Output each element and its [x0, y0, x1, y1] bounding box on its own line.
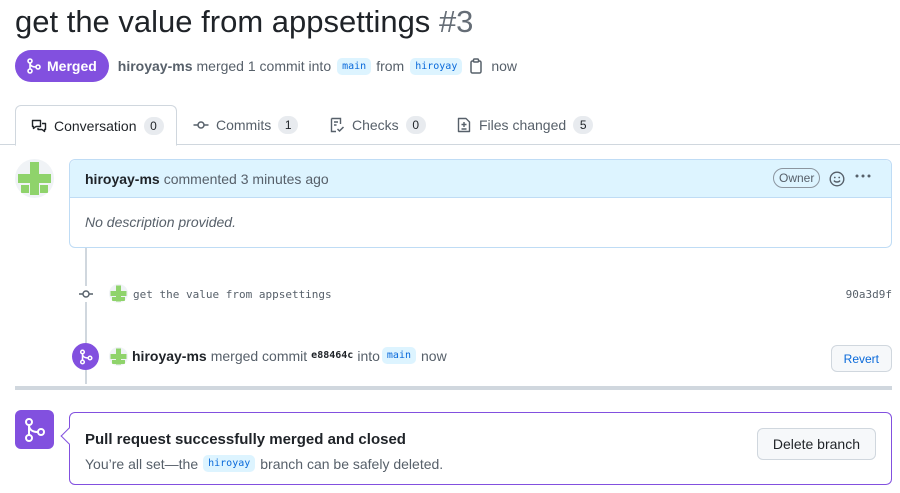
pr-description-comment: hiroyay-ms commented 3 minutes ago Owner…	[69, 159, 892, 248]
avatar[interactable]	[15, 159, 54, 198]
add-reaction-icon[interactable]	[829, 171, 845, 190]
owner-badge: Owner	[773, 168, 821, 188]
revert-button[interactable]: Revert	[830, 345, 892, 372]
merged-status-subtitle: You’re all set—the hiroyay branch can be…	[85, 455, 443, 472]
git-merge-icon	[72, 343, 99, 370]
merged-box-pointer	[60, 427, 78, 445]
comment-body: No description provided.	[85, 214, 236, 230]
file-diff-icon	[457, 117, 471, 133]
delete-branch-button[interactable]: Delete branch	[756, 428, 876, 460]
git-merge-icon	[27, 58, 41, 74]
kebab-horizontal-icon[interactable]	[854, 168, 872, 189]
timeline-merge-event: hiroyay-ms merged commit e88464c into ma…	[72, 343, 892, 373]
tab-files-changed[interactable]: Files changed 5	[456, 105, 594, 145]
comment-meta[interactable]: commented 3 minutes ago	[164, 171, 329, 187]
pr-time: now	[491, 58, 518, 74]
into-text: into	[357, 347, 380, 364]
tab-label: Commits	[216, 117, 272, 133]
git-commit-icon	[76, 286, 96, 302]
merge-commit-sha-link[interactable]: e88464c	[311, 350, 353, 361]
comment-author-link[interactable]: hiroyay-ms	[85, 171, 160, 187]
pr-tabs: Conversation 0 Commits 1 Checks 0 Files …	[0, 105, 900, 146]
avatar[interactable]	[109, 347, 128, 366]
merged-state-badge: Merged	[15, 50, 109, 82]
tab-commits[interactable]: Commits 1	[193, 105, 299, 145]
pr-meta: Merged hiroyay-ms merged 1 commit into m…	[15, 50, 517, 82]
tab-checks[interactable]: Checks 0	[329, 105, 426, 145]
copy-icon[interactable]	[469, 58, 483, 74]
tab-label: Files changed	[479, 117, 567, 133]
commit-sha-link[interactable]: 90a3d9f	[846, 288, 892, 301]
tab-counter: 0	[405, 116, 426, 134]
merge-base-branch-label[interactable]: main	[381, 347, 416, 364]
head-branch-label[interactable]: hiroyay	[203, 455, 256, 472]
merge-time: now	[421, 347, 447, 364]
merged-status-title: Pull request successfully merged and clo…	[85, 431, 406, 448]
from-text: from	[376, 58, 405, 74]
merge-action-text: merged commit	[210, 347, 308, 364]
merged-sub-before: You’re all set—the	[85, 455, 199, 472]
tab-counter: 0	[143, 116, 164, 135]
tab-label: Conversation	[54, 117, 137, 134]
tab-conversation[interactable]: Conversation 0	[15, 105, 177, 146]
base-branch-label[interactable]: main	[337, 57, 372, 75]
avatar[interactable]	[109, 284, 128, 303]
merged-status-box: Pull request successfully merged and clo…	[60, 412, 892, 485]
comment-header: hiroyay-ms commented 3 minutes ago Owner	[70, 160, 891, 198]
pr-title: get the value from appsettings #3	[15, 4, 473, 40]
pr-number: #3	[438, 4, 474, 39]
tab-counter: 5	[573, 116, 594, 134]
merge-event-text: hiroyay-ms merged commit e88464c into ma…	[132, 347, 447, 364]
state-label: Merged	[47, 58, 97, 74]
head-branch-label[interactable]: hiroyay	[410, 57, 463, 75]
merged-sub-after: branch can be safely deleted.	[260, 455, 444, 472]
tab-label: Checks	[352, 117, 399, 133]
commit-message-link[interactable]: get the value from appsettings	[133, 288, 332, 301]
git-merge-icon	[24, 417, 45, 442]
merge-author-link[interactable]: hiroyay-ms	[132, 348, 207, 364]
timeline-commit-item: get the value from appsettings 90a3d9f	[76, 283, 892, 305]
merged-status-icon	[15, 410, 54, 449]
pr-action-text: merged 1 commit into	[196, 58, 332, 74]
checklist-icon	[330, 117, 345, 133]
comment-discussion-icon	[31, 119, 47, 132]
timeline-divider	[15, 386, 892, 390]
git-commit-icon	[193, 121, 209, 129]
pr-title-text: get the value from appsettings	[15, 4, 431, 39]
pr-author-link[interactable]: hiroyay-ms	[118, 58, 193, 74]
tab-counter: 1	[278, 116, 299, 134]
